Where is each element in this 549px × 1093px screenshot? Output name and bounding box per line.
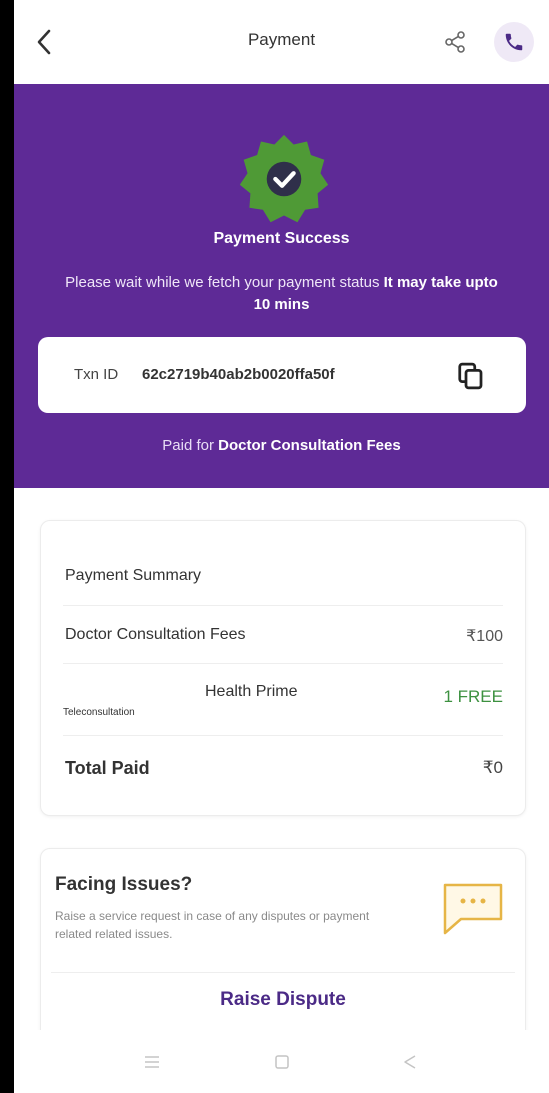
txn-id-label: Txn ID <box>74 366 119 383</box>
issues-description: Raise a service request in case of any d… <box>55 909 370 941</box>
verified-badge-icon <box>239 134 329 223</box>
home-icon <box>275 1055 289 1069</box>
facing-issues-card: Facing Issues? Raise a service request i… <box>40 848 526 1050</box>
txn-id-value: 62c2719b40ab2b0020ffa50f <box>142 366 335 383</box>
copy-button[interactable] <box>454 359 488 393</box>
divider <box>63 735 503 736</box>
divider <box>63 663 503 664</box>
app-header: Payment <box>14 0 549 84</box>
summary-title: Payment Summary <box>65 567 202 584</box>
paid-for-text: Paid for Doctor Consultation Fees <box>14 437 549 454</box>
health-prime-label: Health Prime <box>205 683 298 700</box>
transaction-card: Txn ID 62c2719b40ab2b0020ffa50f <box>38 337 526 413</box>
status-message: Please wait while we fetch your payment … <box>64 272 499 316</box>
fee-amount: ₹100 <box>466 628 503 645</box>
health-prime-amount: 1 FREE <box>443 687 503 706</box>
nav-back-button[interactable] <box>396 1048 424 1076</box>
nav-menu-button[interactable] <box>138 1048 166 1076</box>
payment-summary-card: Payment Summary Doctor Consultation Fees… <box>40 520 526 816</box>
payment-screen: Payment Payment Success Please wait whil… <box>14 0 549 1093</box>
payment-status-banner: Payment Success Please wait while we fet… <box>14 84 549 488</box>
fee-label: Doctor Consultation Fees <box>65 626 246 643</box>
raise-dispute-button[interactable]: Raise Dispute <box>41 989 525 1011</box>
payment-success-title: Payment Success <box>213 230 350 247</box>
divider <box>51 972 515 973</box>
total-paid-label: Total Paid <box>65 758 150 778</box>
paid-for-prefix: Paid for <box>162 437 214 454</box>
chat-bubble-icon <box>443 883 503 935</box>
phone-icon <box>505 33 523 51</box>
menu-icon <box>145 1056 159 1068</box>
copy-icon <box>458 362 483 390</box>
paid-for-item: Doctor Consultation Fees <box>218 437 401 454</box>
call-button[interactable] <box>494 22 534 62</box>
nav-home-button[interactable] <box>268 1048 296 1076</box>
total-paid-amount: ₹0 <box>482 758 503 777</box>
divider <box>63 605 503 606</box>
back-triangle-icon <box>404 1055 416 1069</box>
system-nav-bar <box>14 1030 549 1093</box>
share-button[interactable] <box>440 26 470 58</box>
share-icon <box>445 31 465 53</box>
teleconsultation-label: Teleconsultation <box>63 707 135 718</box>
status-message-text: Please wait while we fetch your payment … <box>65 274 380 291</box>
issues-title: Facing Issues? <box>55 874 193 895</box>
